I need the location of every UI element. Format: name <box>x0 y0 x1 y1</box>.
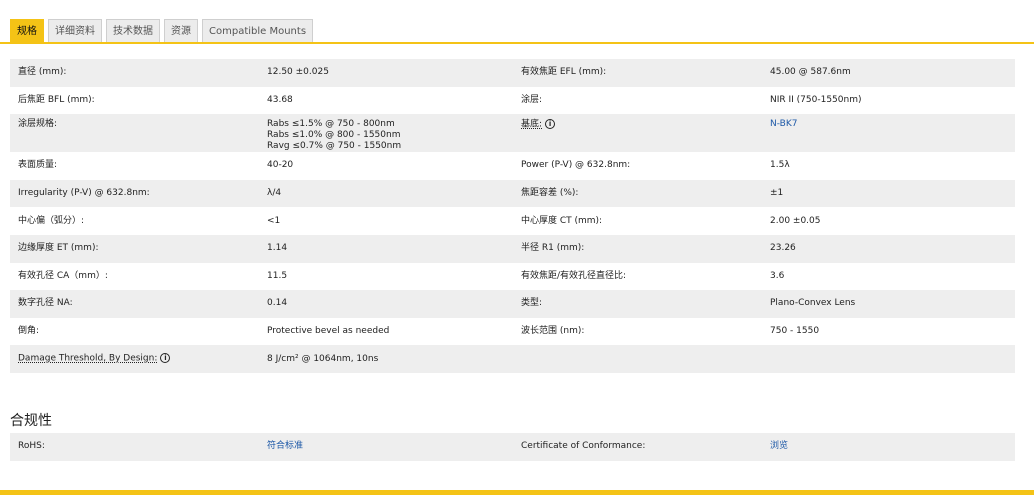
rohs-link[interactable]: 符合标准 <box>267 441 303 451</box>
tab-underline <box>0 42 1034 44</box>
coating-spec-line: Rabs ≤1.5% @ 750 - 800nm <box>267 119 395 130</box>
spec-value: 浏览 <box>762 433 1015 461</box>
spec-label: 中心偏（弧分）: <box>10 207 259 235</box>
spec-label: 半径 R1 (mm): <box>513 234 762 263</box>
rohs-label: RoHS: <box>10 433 259 461</box>
spec-value: N-BK7 <box>762 114 1015 153</box>
info-icon[interactable]: i <box>160 353 171 364</box>
spec-label: 有效焦距/有效孔径直径比: <box>513 262 762 291</box>
spec-value: 2.00 ±0.05 <box>762 207 1015 235</box>
compliance-title: 合规性 <box>10 413 52 429</box>
table-row: Irregularity (P-V) @ 632.8nm: λ/4 焦距容差 (… <box>10 179 1015 208</box>
tab-compatible-mounts[interactable]: Compatible Mounts <box>202 19 314 42</box>
table-row: 涂层规格: Rabs ≤1.5% @ 750 - 800nm Rabs ≤1.0… <box>10 114 1015 153</box>
damage-threshold-label[interactable]: Damage Threshold, By Design: <box>18 354 157 364</box>
spec-label: 涂层规格: <box>10 114 259 153</box>
spec-value: 45.00 @ 587.6nm <box>762 59 1015 87</box>
spec-value: <1 <box>259 207 513 235</box>
spec-value: λ/4 <box>259 179 513 208</box>
spec-label: 数字孔径 NA: <box>10 290 259 318</box>
spec-label: 表面质量: <box>10 152 259 180</box>
tab-details[interactable]: 详细资料 <box>48 19 102 42</box>
spec-label: 直径 (mm): <box>10 59 259 87</box>
spec-label: Power (P-V) @ 632.8nm: <box>513 152 762 180</box>
spec-label: 倒角: <box>10 317 259 346</box>
spec-value: 750 - 1550 <box>762 317 1015 346</box>
footer-accent-bar <box>0 490 1034 495</box>
spec-label <box>513 345 762 373</box>
tab-resources[interactable]: 资源 <box>164 19 198 42</box>
spec-label: 有效孔径 CA（mm）: <box>10 262 259 291</box>
spec-label: 有效焦距 EFL (mm): <box>513 59 762 87</box>
spec-value: Rabs ≤1.5% @ 750 - 800nm Rabs ≤1.0% @ 80… <box>259 114 513 153</box>
table-row: RoHS: 符合标准 Certificate of Conformance: 浏… <box>10 433 1015 461</box>
spec-label: 边缘厚度 ET (mm): <box>10 234 259 263</box>
spec-label: 基底: i <box>513 114 762 153</box>
spec-label: 后焦距 BFL (mm): <box>10 86 259 115</box>
tab-specifications[interactable]: 规格 <box>10 19 44 42</box>
coc-label: Certificate of Conformance: <box>513 433 762 461</box>
coc-link[interactable]: 浏览 <box>770 441 788 451</box>
coating-spec-line: Ravg ≤0.7% @ 750 - 1550nm <box>267 141 402 152</box>
spec-label: 类型: <box>513 290 762 318</box>
table-row: 倒角: Protective bevel as needed 波长范围 (nm)… <box>10 317 1015 346</box>
table-row: Damage Threshold, By Design: i 8 J/cm² @ … <box>10 345 1015 373</box>
spec-value: 40-20 <box>259 152 513 180</box>
spec-value: 11.5 <box>259 262 513 291</box>
spec-value: NIR II (750-1550nm) <box>762 86 1015 115</box>
substrate-label[interactable]: 基底: <box>521 120 542 130</box>
spec-label: 涂层: <box>513 86 762 115</box>
spec-value: Protective bevel as needed <box>259 317 513 346</box>
spec-value: 12.50 ±0.025 <box>259 59 513 87</box>
spec-value: 1.5λ <box>762 152 1015 180</box>
spec-label: 中心厚度 CT (mm): <box>513 207 762 235</box>
spec-value: 43.68 <box>259 86 513 115</box>
spec-value: Plano-Convex Lens <box>762 290 1015 318</box>
spec-value: 3.6 <box>762 262 1015 291</box>
table-row: 边缘厚度 ET (mm): 1.14 半径 R1 (mm): 23.26 <box>10 234 1015 263</box>
table-row: 后焦距 BFL (mm): 43.68 涂层: NIR II (750-1550… <box>10 86 1015 115</box>
tab-technical-data[interactable]: 技术数据 <box>106 19 160 42</box>
coating-spec-line: Rabs ≤1.0% @ 800 - 1550nm <box>267 130 401 141</box>
table-row: 数字孔径 NA: 0.14 类型: Plano-Convex Lens <box>10 290 1015 318</box>
spec-label: 波长范围 (nm): <box>513 317 762 346</box>
spec-label: 焦距容差 (%): <box>513 179 762 208</box>
compliance-table: RoHS: 符合标准 Certificate of Conformance: 浏… <box>10 433 1015 461</box>
spec-label: Damage Threshold, By Design: i <box>10 345 259 373</box>
spec-value <box>762 345 1015 373</box>
spec-value: 1.14 <box>259 234 513 263</box>
tab-bar: 规格 详细资料 技术数据 资源 Compatible Mounts <box>10 19 314 42</box>
table-row: 表面质量: 40-20 Power (P-V) @ 632.8nm: 1.5λ <box>10 152 1015 180</box>
spec-value: 8 J/cm² @ 1064nm, 10ns <box>259 345 513 373</box>
substrate-link[interactable]: N-BK7 <box>770 119 797 129</box>
info-icon[interactable]: i <box>545 119 556 130</box>
spec-value: 23.26 <box>762 234 1015 263</box>
table-row: 直径 (mm): 12.50 ±0.025 有效焦距 EFL (mm): 45.… <box>10 59 1015 87</box>
spec-value: 0.14 <box>259 290 513 318</box>
table-row: 中心偏（弧分）: <1 中心厚度 CT (mm): 2.00 ±0.05 <box>10 207 1015 235</box>
specs-table: 直径 (mm): 12.50 ±0.025 有效焦距 EFL (mm): 45.… <box>10 59 1015 373</box>
spec-value: ±1 <box>762 179 1015 208</box>
spec-value: 符合标准 <box>259 433 513 461</box>
spec-label: Irregularity (P-V) @ 632.8nm: <box>10 179 259 208</box>
table-row: 有效孔径 CA（mm）: 11.5 有效焦距/有效孔径直径比: 3.6 <box>10 262 1015 291</box>
